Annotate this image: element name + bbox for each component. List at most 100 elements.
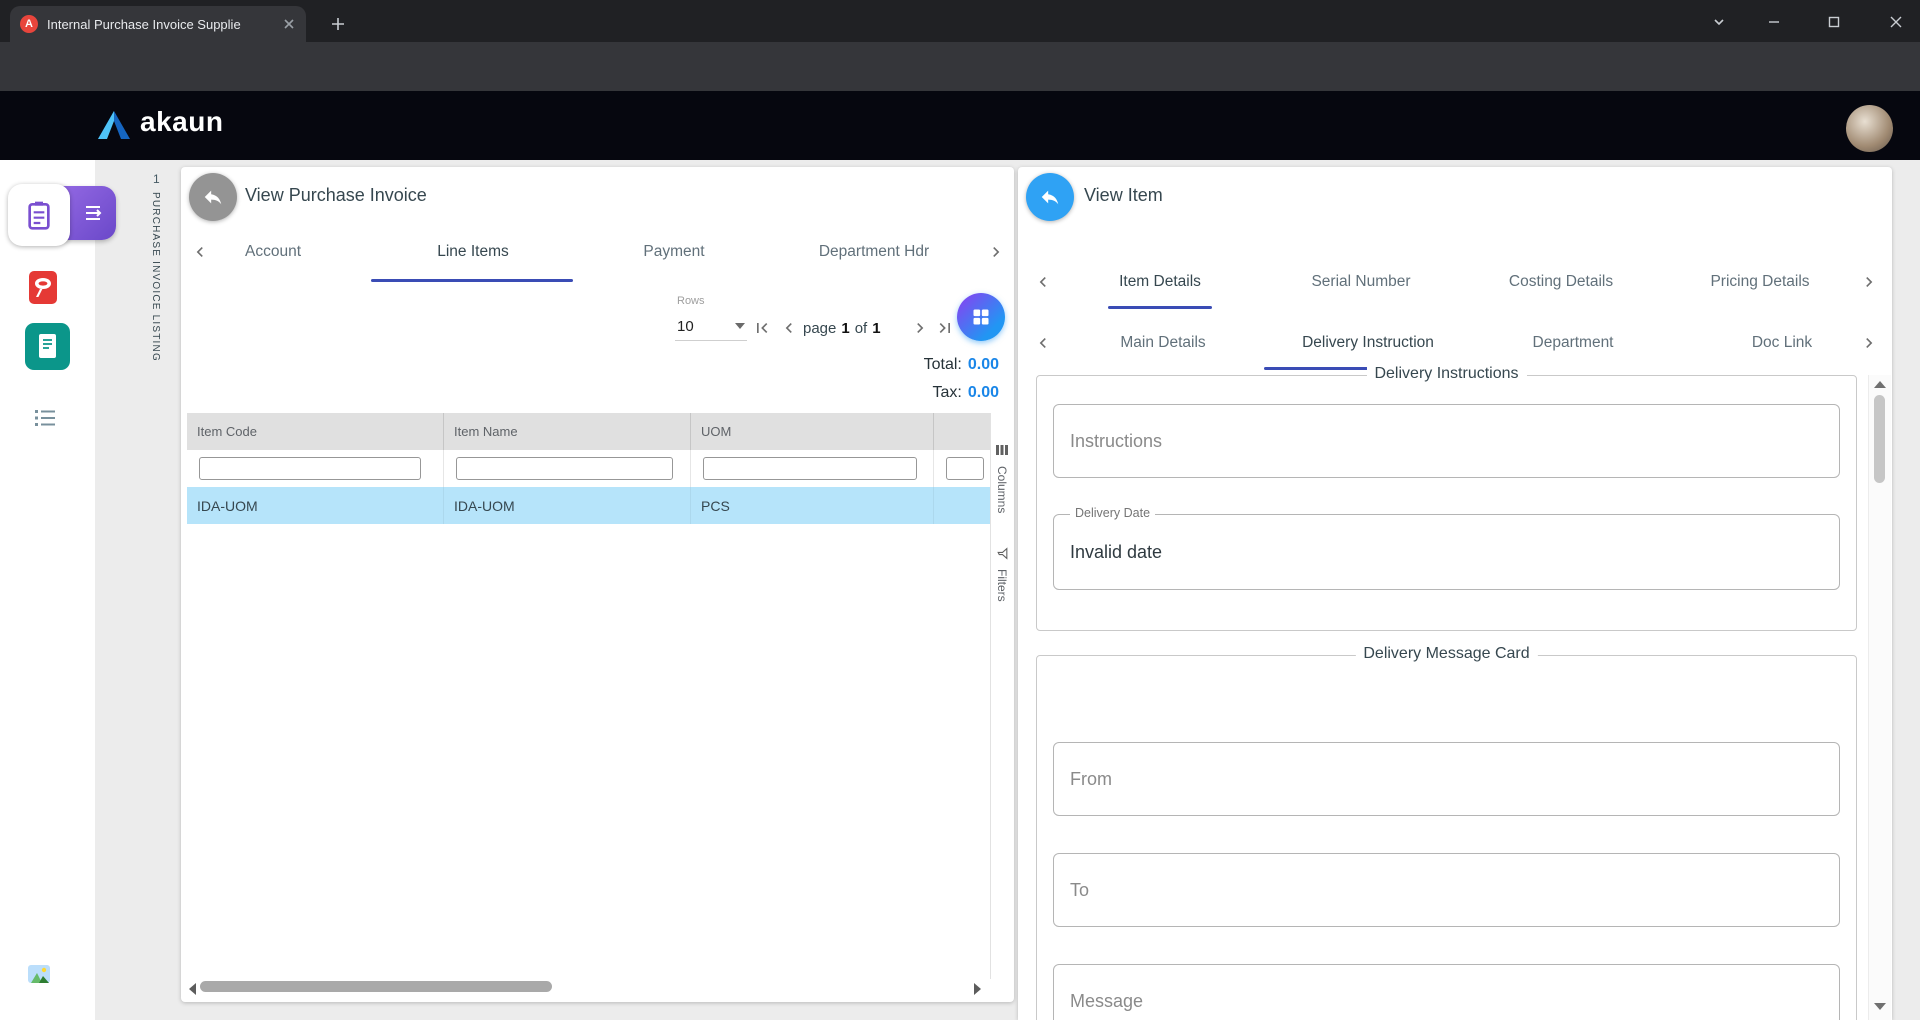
tab-department-hdr[interactable]: Department Hdr <box>819 243 929 261</box>
column-header-item-code[interactable]: Item Code <box>187 413 444 450</box>
columns-tool[interactable]: Columns <box>991 443 1013 533</box>
cell-extra <box>934 487 990 524</box>
cell-item-name: IDA-UOM <box>444 487 691 524</box>
column-header-uom[interactable]: UOM <box>691 413 934 450</box>
tax-value: 0.00 <box>967 384 999 401</box>
active-tab-underline <box>371 279 573 282</box>
akaun-logo-icon <box>96 109 132 141</box>
column-header-item-name[interactable]: Item Name <box>444 413 691 450</box>
column-header-extra <box>934 413 990 450</box>
tab-serial-number[interactable]: Serial Number <box>1311 273 1410 291</box>
item-code-filter-input[interactable] <box>199 457 421 480</box>
detail-tabs-scroll-right-icon[interactable] <box>1858 332 1880 354</box>
tab-account[interactable]: Account <box>245 243 301 261</box>
from-placeholder: From <box>1070 768 1112 789</box>
delivery-date-label: Delivery Date <box>1070 506 1156 520</box>
grid-icon <box>971 307 991 327</box>
page-total: 1 <box>872 319 881 337</box>
grid-view-button[interactable] <box>957 293 1005 341</box>
page-indicator: page 1 of 1 <box>803 317 881 339</box>
uom-filter-input[interactable] <box>703 457 917 480</box>
table-row[interactable]: IDA-UOM IDA-UOM PCS <box>187 487 990 524</box>
red-applet-icon[interactable] <box>28 270 58 304</box>
window-maximize-button[interactable] <box>1822 10 1846 34</box>
detail-tabs-scroll-left-icon[interactable] <box>1032 332 1054 354</box>
new-tab-button[interactable] <box>326 12 350 36</box>
rows-per-page-value: 10 <box>677 317 694 335</box>
invoice-tabs-scroll-left-icon[interactable] <box>189 241 211 263</box>
message-field[interactable]: Message <box>1053 964 1840 1020</box>
hscroll-right-arrow[interactable] <box>974 983 981 995</box>
primary-tab-underline <box>1108 306 1212 309</box>
first-page-button[interactable] <box>751 317 773 339</box>
item-tabs-scroll-right-icon[interactable] <box>1858 271 1880 293</box>
tab-line-items[interactable]: Line Items <box>437 243 509 261</box>
last-page-button[interactable] <box>934 317 956 339</box>
item-name-filter-input[interactable] <box>456 457 673 480</box>
rows-per-page-select[interactable]: 10 <box>677 314 745 338</box>
reply-arrow-icon <box>202 186 224 208</box>
document-applet-icon[interactable] <box>25 323 70 370</box>
hscroll-left-arrow[interactable] <box>189 983 196 995</box>
to-placeholder: To <box>1070 879 1090 900</box>
of-word: of <box>854 319 868 337</box>
vscroll-up-arrow[interactable] <box>1874 381 1886 388</box>
rows-label: Rows <box>677 295 705 307</box>
clipboard-icon <box>23 199 55 231</box>
message-placeholder: Message <box>1070 990 1144 1011</box>
applet-icon-card[interactable] <box>8 184 70 246</box>
akaun-logo-text: akaun <box>140 106 224 137</box>
item-back-button[interactable] <box>1026 173 1074 221</box>
table-header-row: Item Code Item Name UOM <box>187 413 990 450</box>
tab-main-details[interactable]: Main Details <box>1120 334 1205 352</box>
tab-pricing-details[interactable]: Pricing Details <box>1710 273 1809 291</box>
app-header: akaun <box>0 91 1920 160</box>
extra-filter-input[interactable] <box>946 457 984 480</box>
browser-tab-strip: A Internal Purchase Invoice Supplie <box>0 0 1920 42</box>
tab-department[interactable]: Department <box>1533 334 1614 352</box>
user-avatar[interactable] <box>1846 105 1893 152</box>
image-thumbnail-icon[interactable] <box>28 964 50 984</box>
to-field[interactable]: To <box>1053 853 1840 927</box>
item-panel-title: View Item <box>1084 185 1163 205</box>
select-underline <box>675 340 747 341</box>
listing-tab-label[interactable]: PURCHASE INVOICE LISTING <box>150 192 161 412</box>
total-label: Total: <box>923 356 962 373</box>
hscroll-thumb[interactable] <box>200 981 552 992</box>
window-close-button[interactable] <box>1884 10 1908 34</box>
previous-page-button[interactable] <box>778 317 800 339</box>
vscroll-thumb[interactable] <box>1874 395 1885 483</box>
tab-close-icon[interactable] <box>282 17 296 31</box>
site-favicon: A <box>20 15 38 33</box>
list-menu-icon[interactable] <box>32 405 58 431</box>
delivery-date-field[interactable]: Invalid date <box>1053 514 1840 590</box>
tab-doc-link[interactable]: Doc Link <box>1752 334 1812 352</box>
cell-uom: PCS <box>691 487 934 524</box>
tax-label: Tax: <box>932 384 962 401</box>
filters-tool[interactable]: Filters <box>991 547 1013 627</box>
from-field[interactable]: From <box>1053 742 1840 816</box>
cell-item-code: IDA-UOM <box>187 487 444 524</box>
delivery-instructions-legend: Delivery Instructions <box>1366 365 1527 383</box>
menu-icon[interactable] <box>82 201 106 225</box>
invoice-panel-title: View Purchase Invoice <box>245 185 427 205</box>
delivery-date-value: Invalid date <box>1070 541 1163 562</box>
page-current: 1 <box>841 319 850 337</box>
select-caret-icon <box>735 323 745 329</box>
window-minimize-button[interactable] <box>1762 10 1786 34</box>
tab-search-chevron-icon[interactable] <box>1707 10 1731 34</box>
next-page-button[interactable] <box>909 317 931 339</box>
tab-item-details[interactable]: Item Details <box>1119 273 1201 291</box>
tab-delivery-instruction[interactable]: Delivery Instruction <box>1302 334 1434 352</box>
item-panel-scrollbar <box>1868 375 1891 1020</box>
browser-tab[interactable]: A Internal Purchase Invoice Supplie <box>10 6 306 42</box>
page-word: page <box>803 319 837 337</box>
vscroll-down-arrow[interactable] <box>1874 1003 1886 1010</box>
instructions-field[interactable]: Instructions <box>1053 404 1840 478</box>
tab-costing-details[interactable]: Costing Details <box>1509 273 1613 291</box>
total-row: Total: 0.00 <box>581 353 999 377</box>
item-tabs-scroll-left-icon[interactable] <box>1032 271 1054 293</box>
invoice-tabs-scroll-right-icon[interactable] <box>985 241 1007 263</box>
tab-payment[interactable]: Payment <box>643 243 704 261</box>
invoice-back-button[interactable] <box>189 173 237 221</box>
